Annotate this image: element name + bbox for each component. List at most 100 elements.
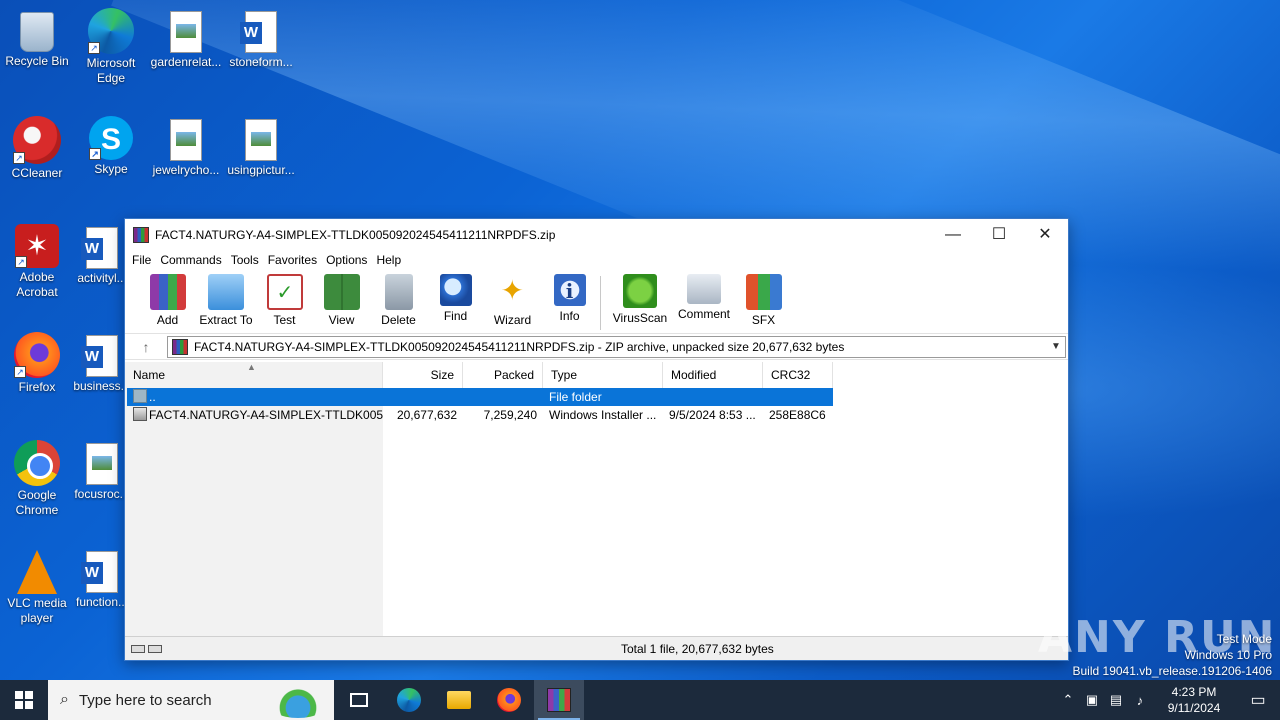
start-button[interactable] [0,680,48,720]
info-button[interactable]: Info [541,274,598,323]
maximize-button[interactable]: ☐ [976,219,1022,250]
word-document-icon [81,335,118,377]
taskbar-file-explorer[interactable] [434,680,484,720]
find-button[interactable]: Find [427,274,484,323]
menu-commands[interactable]: Commands [159,253,227,267]
file-list[interactable]: ▲ Name Size Packed Type Modified CRC32 ..… [125,362,1068,636]
desktop-icon-jewelrycho[interactable]: jewelrycho... [150,116,222,178]
image-file-icon [170,11,202,53]
row-packed [463,388,543,406]
search-placeholder: Type here to search [78,691,212,709]
chevron-up-icon[interactable]: ⌃ [1056,692,1080,708]
row-name-text: .. [149,390,156,404]
desktop-icon-label: CCleaner [11,166,63,180]
status-bar: Total 1 file, 20,677,632 bytes [125,636,1068,660]
column-header-label: Name [133,368,166,382]
table-row[interactable]: FACT4.NATURGY-A4-SIMPLEX-TTLDK0050... 20… [127,406,833,424]
wizard-label: Wizard [493,313,532,327]
taskbar-winrar[interactable] [534,680,584,720]
desktop-icon-gardenrelat[interactable]: gardenrelat... [150,8,222,70]
virusscan-label: VirusScan [612,311,668,325]
virusscan-icon [623,274,657,308]
row-modified: 9/5/2024 8:53 ... [669,408,756,422]
status-icons [125,644,165,653]
delete-button[interactable]: Delete [370,274,427,327]
menu-options[interactable]: Options [325,253,373,267]
menu-favorites[interactable]: Favorites [267,253,323,267]
camera-icon[interactable]: ▣ [1080,692,1104,708]
comment-icon [687,274,721,304]
menu-help[interactable]: Help [375,253,407,267]
menu-file[interactable]: File [131,253,157,267]
image-file-icon [245,119,277,161]
desktop-icon-ccleaner[interactable]: ↗ CCleaner [1,116,73,181]
word-document-icon [81,551,118,593]
drive-icon[interactable] [131,644,145,653]
add-button[interactable]: Add [139,274,196,327]
volume-icon[interactable]: ♪ [1128,693,1152,708]
column-header-size[interactable]: Size [383,362,463,388]
desktop-icon-label: Skype [94,162,128,176]
desktop-icon-firefox[interactable]: ↗ Firefox [1,332,73,395]
winrar-window[interactable]: FACT4.NATURGY-A4-SIMPLEX-TTLDK0050920245… [124,218,1069,661]
virusscan-button[interactable]: VirusScan [607,274,673,325]
column-header-modified[interactable]: Modified [663,362,763,388]
desktop-icon-recycle-bin[interactable]: Recycle Bin [1,8,73,69]
sfx-label: SFX [751,313,776,327]
title-bar[interactable]: FACT4.NATURGY-A4-SIMPLEX-TTLDK0050920245… [125,219,1068,250]
task-view-button[interactable] [334,680,384,720]
comment-button[interactable]: Comment [673,274,735,321]
wizard-button[interactable]: Wizard [484,274,541,327]
shortcut-arrow-icon: ↗ [14,366,26,378]
column-header-packed[interactable]: Packed [463,362,543,388]
taskbar-edge[interactable] [384,680,434,720]
vlc-icon [17,550,57,594]
column-header-name[interactable]: ▲ Name [125,362,383,388]
row-name: .. [127,388,383,406]
column-header-crc32[interactable]: CRC32 [763,362,833,388]
menu-tools[interactable]: Tools [230,253,265,267]
row-type: Windows Installer ... [549,408,657,422]
close-button[interactable]: ✕ [1022,219,1068,250]
view-button[interactable]: View [313,274,370,327]
up-arrow-icon[interactable]: ↑ [125,339,167,355]
desktop-icon-usingpictur[interactable]: usingpictur... [225,116,297,178]
taskbar-search-box[interactable]: ⌕ Type here to search [48,680,334,720]
network-icon[interactable]: ▤ [1104,692,1128,708]
recycle-bin-icon [20,12,54,52]
desktop-icon-google-chrome[interactable]: Google Chrome [1,440,73,518]
skype-icon: S ↗ [89,116,133,160]
sfx-icon [745,274,782,310]
shortcut-arrow-icon: ↗ [13,152,25,164]
desktop-icon-adobe-acrobat[interactable]: ↗ Adobe Acrobat [1,224,73,300]
desktop-icon-label: Microsoft Edge [86,56,136,85]
desktop-icon-stoneform[interactable]: stoneform... [225,8,297,70]
column-header-row: ▲ Name Size Packed Type Modified CRC32 [125,362,833,388]
sfx-button[interactable]: SFX [735,274,792,327]
installer-file-icon [133,407,147,421]
extract-to-button[interactable]: Extract To [196,274,256,327]
minimize-button[interactable]: — [930,219,976,250]
toolbar: Add Extract To Test View Delete Find [125,270,1068,334]
row-crc: 258E88C6 [769,408,826,422]
test-icon [266,274,303,310]
wizard-icon [495,274,531,310]
desktop: Recycle Bin ↗ CCleaner ↗ Adobe Acrobat ↗… [0,0,1280,680]
desktop-icon-microsoft-edge[interactable]: ↗ Microsoft Edge [75,8,147,86]
system-tray: ⌃ ▣ ▤ ♪ 4:23 PM 9/11/2024 ▭ [1056,680,1280,720]
taskbar-clock[interactable]: 4:23 PM 9/11/2024 [1152,684,1236,716]
desktop-icon-skype[interactable]: S ↗ Skype [75,116,147,177]
table-row[interactable]: .. File folder [127,388,833,406]
extract-to-label: Extract To [199,313,253,327]
chevron-down-icon[interactable]: ▼ [1047,341,1065,352]
column-header-type[interactable]: Type [543,362,663,388]
desktop-icon-label: jewelrycho... [152,163,220,177]
test-button[interactable]: Test [256,274,313,327]
delete-icon [384,274,413,310]
address-combo[interactable]: FACT4.NATURGY-A4-SIMPLEX-TTLDK0050920245… [167,335,1066,358]
taskbar-firefox[interactable] [484,680,534,720]
desktop-icon-vlc[interactable]: VLC media player [1,548,73,626]
key-icon[interactable] [148,644,162,653]
adobe-acrobat-icon: ↗ [15,224,59,268]
notification-icon[interactable]: ▭ [1236,690,1280,710]
